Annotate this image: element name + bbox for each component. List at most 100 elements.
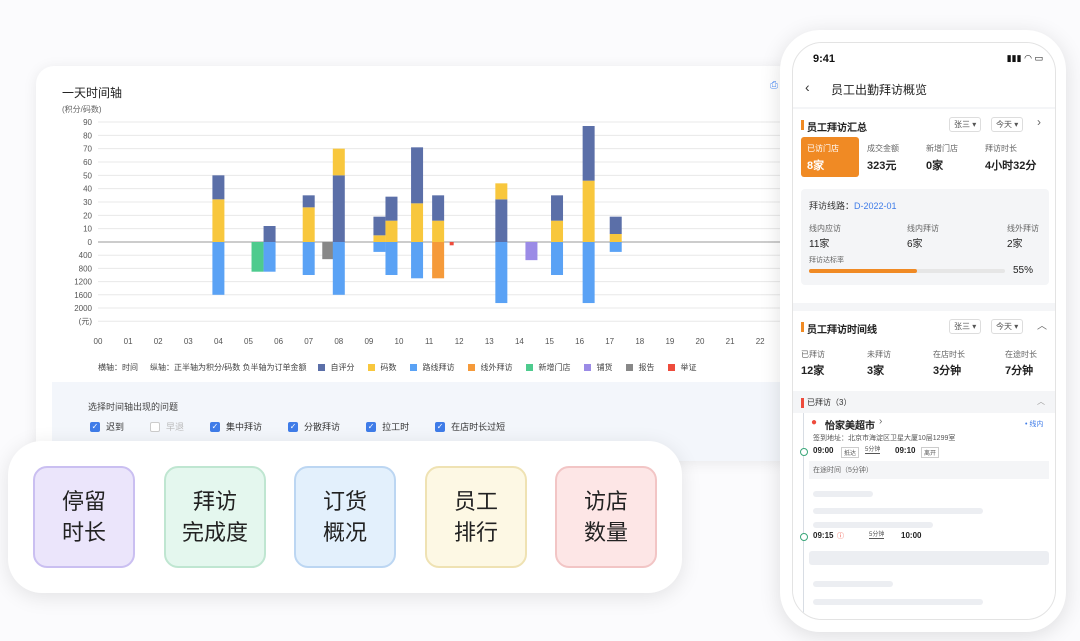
route-stat-label: 线内应访 (809, 224, 841, 233)
chevron-right-icon[interactable]: › (1037, 115, 1041, 129)
timeline-dot (800, 448, 808, 456)
checkbox-short-stay[interactable]: ✓ 在店时长过短 (435, 420, 505, 433)
y-tick-label: 400 (79, 251, 93, 260)
bar-segment (302, 195, 315, 208)
legend-item: 码数 (368, 362, 396, 373)
signal-icon: ▮▮▮ (1006, 53, 1022, 63)
chevron-right-icon[interactable]: › (879, 416, 882, 427)
y-tick-label: 40 (83, 185, 92, 194)
period-select[interactable]: 今天 ▾ (991, 117, 1024, 132)
bar-segment (411, 242, 424, 279)
feature-tiles-panel: 停留 时长 拜访 完成度 订货 概况 员工 排行 访店 数量 (8, 441, 682, 593)
x-tick-label: 15 (545, 337, 554, 346)
bar-segment (432, 242, 445, 279)
y-tick-label: 30 (83, 198, 92, 207)
tile-store-visit-count[interactable]: 访店 数量 (555, 466, 657, 568)
bar-segment (609, 234, 622, 242)
warning-icon: ⓘ (837, 533, 844, 540)
checkbox-checked-icon: ✓ (90, 421, 100, 432)
bar-segment (212, 242, 225, 295)
tile-employee-ranking[interactable]: 员工 排行 (425, 466, 527, 568)
tile-visit-completion[interactable]: 拜访 完成度 (164, 466, 266, 568)
bar-segment (322, 242, 335, 260)
visit-list: ● 怡家美超市 › • 线内 签到地址：北京市海淀区卫星大厦10层1299室 0… (793, 413, 1055, 619)
store-name[interactable]: 怡家美超市 (825, 417, 875, 432)
timeline-dot (800, 533, 808, 541)
legend-item: 路线拜访 (410, 362, 454, 373)
wifi-icon: ◠ (1024, 53, 1032, 63)
x-tick-label: 22 (756, 337, 765, 346)
bar-segment (385, 220, 398, 242)
checkbox-unchecked-icon (150, 421, 161, 432)
legend-item: 铺货 (584, 362, 612, 373)
chart-export-icon[interactable]: ⎙ (770, 80, 778, 91)
bar-segment (411, 147, 424, 204)
chevron-up-icon: ︿ (1037, 397, 1045, 406)
checkbox-checked-icon: ✓ (288, 421, 299, 432)
bar-segment (495, 242, 508, 304)
bar-segment (251, 242, 264, 272)
x-tick-label: 18 (635, 337, 644, 346)
bar-segment (432, 195, 445, 221)
summary-title: 员工拜访汇总 (807, 123, 867, 134)
legend-item: 报告 (626, 362, 654, 373)
rate-progress-track (809, 269, 1005, 273)
bar-segment (582, 242, 595, 304)
back-chevron-icon[interactable]: ‹ (805, 79, 810, 95)
x-tick-label: 06 (274, 337, 283, 346)
legend-item: 自评分 (318, 362, 354, 373)
stat-label: 拜访时长 (985, 144, 1017, 153)
bar-segment (432, 220, 445, 242)
period-select[interactable]: 今天 ▾ (991, 319, 1024, 334)
bar-segment (373, 242, 386, 252)
checkbox-concentrated-visit[interactable]: ✓ 集中拜访 (210, 420, 262, 433)
bar-segment (332, 175, 345, 242)
x-tick-label: 02 (154, 337, 163, 346)
checkbox-late[interactable]: ✓ 迟到 (90, 420, 124, 433)
timeline-chart: 9080706050403020100400800120016002000(元)… (74, 118, 796, 346)
checkbox-leave-early[interactable]: 早退 (150, 420, 184, 433)
stat-label: 已访门店 (807, 144, 839, 153)
phone-mockup: 9:41 ▮▮▮ ◠ ▭ ‹ 员工出勤拜访概览 员工拜访汇总 张三 ▾ 今天 ▾… (780, 30, 1066, 632)
store-tag: • 线内 (1025, 421, 1044, 428)
y-tick-label: 80 (83, 131, 92, 140)
route-stat-label: 线内拜访 (907, 224, 939, 233)
checkbox-checked-icon: ✓ (366, 421, 377, 432)
phone-screen: 9:41 ▮▮▮ ◠ ▭ ‹ 员工出勤拜访概览 员工拜访汇总 张三 ▾ 今天 ▾… (792, 42, 1056, 620)
route-label: 拜访线路： (809, 201, 855, 211)
visit-summary-card: 员工拜访汇总 张三 ▾ 今天 ▾ › 已访门店 8家 成交金额 323元 新增门… (793, 109, 1055, 303)
bar-segment (302, 207, 315, 242)
legend-item: 线外拜访 (468, 362, 512, 373)
employee-select[interactable]: 张三 ▾ (949, 319, 982, 334)
y-tick-label: 70 (83, 145, 92, 154)
x-tick-label: 19 (665, 337, 674, 346)
x-tick-label: 09 (364, 337, 373, 346)
tile-order-overview[interactable]: 订货 概况 (294, 466, 396, 568)
employee-select[interactable]: 张三 ▾ (949, 117, 982, 132)
route-stat-value: 6家 (907, 239, 923, 250)
bar-segment (373, 235, 386, 242)
legend-item: 举证 (668, 362, 696, 373)
y-tick-label: 800 (79, 264, 93, 273)
y-tick-label: 10 (83, 225, 92, 234)
bar-segment (385, 242, 398, 275)
visited-header[interactable]: 已拜访（3） ︿ (793, 395, 1055, 411)
dropdown-icon: ▾ (972, 322, 977, 331)
chevron-up-icon[interactable]: ︿ (1037, 317, 1047, 332)
stat-value: 8家 (807, 160, 825, 172)
route-stat-value: 2家 (1007, 239, 1023, 250)
bar-segment (551, 195, 564, 221)
status-icons: ▮▮▮ ◠ ▭ (1007, 53, 1043, 64)
checkbox-padding-hours[interactable]: ✓ 拉工时 (366, 420, 409, 433)
bar-segment (582, 180, 595, 242)
stat-label: 成交金额 (867, 144, 899, 153)
x-tick-label: 17 (605, 337, 614, 346)
bar-segment (212, 175, 225, 200)
tile-stay-duration[interactable]: 停留 时长 (33, 466, 135, 568)
rate-label: 拜访达标率 (809, 257, 844, 264)
x-tick-label: 10 (395, 337, 404, 346)
rate-value: 55% (1013, 265, 1034, 276)
bar-segment (449, 242, 454, 246)
bar-segment (582, 126, 595, 181)
checkbox-scattered-visit[interactable]: ✓ 分散拜访 (288, 420, 340, 433)
